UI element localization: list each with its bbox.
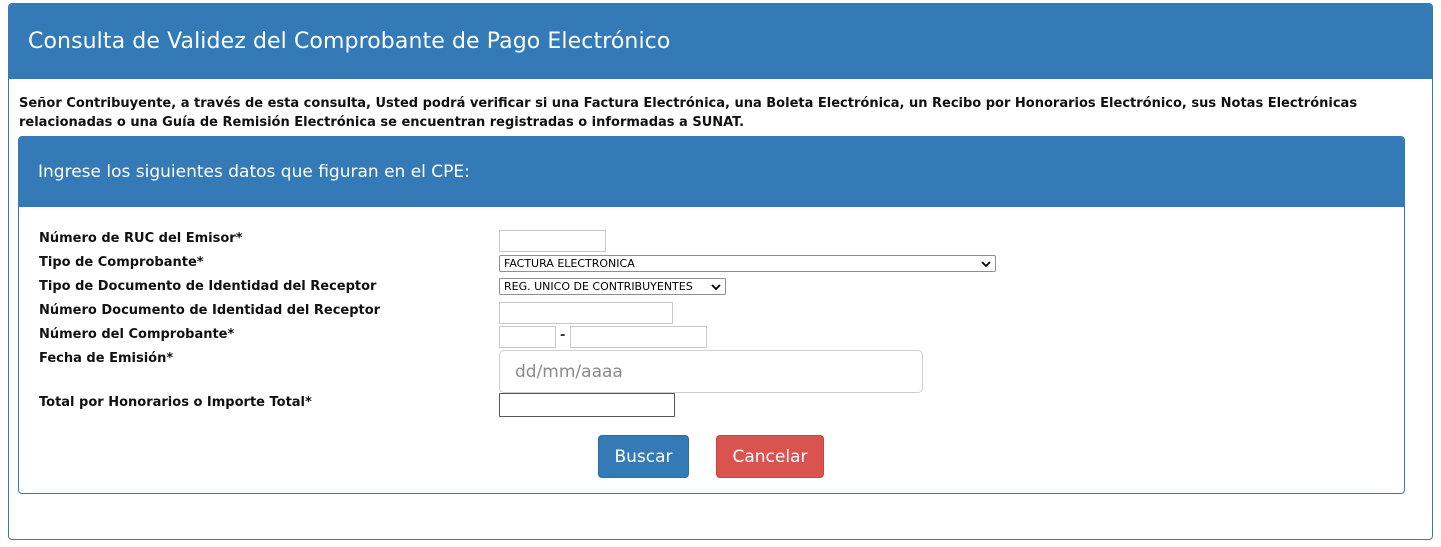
tipo-documento-label: Tipo de Documento de Identidad del Recep… [39,279,377,294]
intro-text: Señor Contribuyente, a través de esta co… [19,96,1358,130]
numero-documento-label: Número Documento de Identidad del Recept… [39,303,381,318]
form-title: Ingrese los siguientes datos que figuran… [38,162,470,182]
total-input[interactable] [499,393,675,417]
main-panel-header: Consulta de Validez del Comprobante de P… [9,4,1432,79]
chevron-down-icon [981,260,991,267]
serie-separator: - [560,328,566,343]
page-title: Consulta de Validez del Comprobante de P… [28,29,671,54]
tipo-comprobante-selected: FACTURA ELECTRONICA [504,257,635,270]
total-label: Total por Honorarios o Importe Total* [39,395,312,410]
tipo-documento-selected: REG. UNICO DE CONTRIBUYENTES [504,280,693,293]
fecha-emision-placeholder: dd/mm/aaaa [515,361,623,382]
numero-input[interactable] [570,326,707,348]
numero-documento-input[interactable] [499,302,673,324]
buscar-button[interactable]: Buscar [598,435,689,478]
numero-comprobante-label: Número del Comprobante* [39,327,235,342]
ruc-label: Número de RUC del Emisor* [39,231,243,246]
tipo-documento-select[interactable]: REG. UNICO DE CONTRIBUYENTES [499,278,726,295]
fecha-emision-input[interactable]: dd/mm/aaaa [499,350,923,393]
tipo-comprobante-select[interactable]: FACTURA ELECTRONICA [499,255,996,272]
serie-input[interactable] [499,326,556,348]
form-panel: Ingrese los siguientes datos que figuran… [18,136,1405,494]
tipo-comprobante-label: Tipo de Comprobante* [39,255,204,270]
chevron-down-icon [711,283,721,290]
form-panel-header: Ingrese los siguientes datos que figuran… [19,137,1404,207]
ruc-input[interactable] [499,230,606,252]
cancelar-button[interactable]: Cancelar [716,435,824,478]
fecha-emision-label: Fecha de Emisión* [39,351,174,366]
